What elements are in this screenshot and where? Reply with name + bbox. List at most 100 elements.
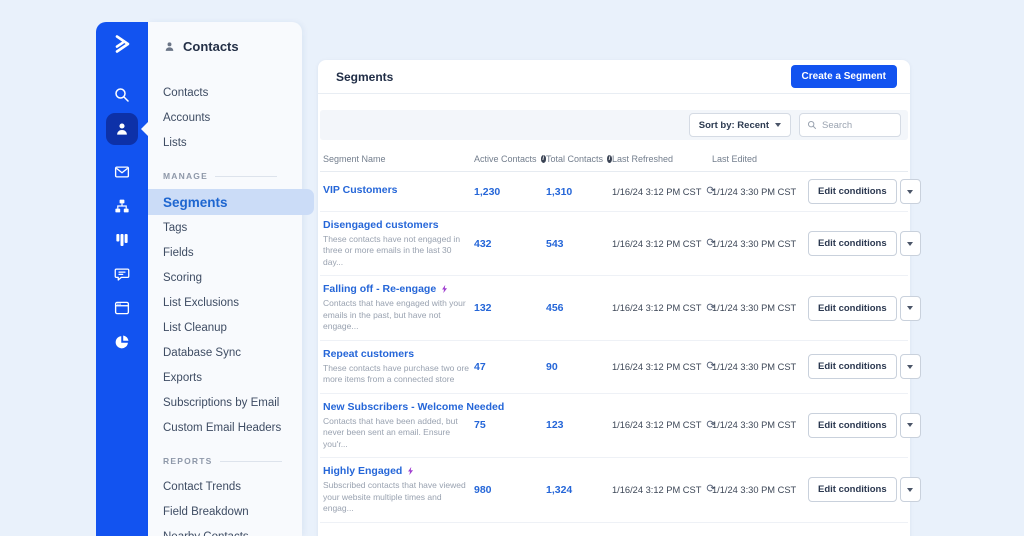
column-label: Segment Name <box>323 154 386 164</box>
row-actions: Edit conditions <box>808 413 922 438</box>
column-label: Last Edited <box>712 154 757 164</box>
menu-item-label: Segments <box>163 195 228 210</box>
sidebar-item-lists[interactable]: Lists <box>148 130 302 155</box>
sidebar-item-list-exclusions[interactable]: List Exclusions <box>148 290 302 315</box>
edit-conditions-button[interactable]: Edit conditions <box>808 477 897 502</box>
sidebar-item-list-cleanup[interactable]: List Cleanup <box>148 315 302 340</box>
segment-name-link[interactable]: Highly Engaged <box>323 465 402 477</box>
conversations-icon[interactable] <box>112 264 132 284</box>
active-contacts-value[interactable]: 980 <box>474 484 546 496</box>
last-refreshed-value: 1/16/24 3:12 PM CST <box>612 420 701 430</box>
total-contacts-value[interactable]: 1,324 <box>546 484 612 496</box>
create-segment-button[interactable]: Create a Segment <box>791 65 897 88</box>
edit-conditions-button[interactable]: Edit conditions <box>808 179 897 204</box>
segment-name-link[interactable]: VIP Customers <box>323 184 398 196</box>
sidebar-item-field-breakdown[interactable]: Field Breakdown <box>148 499 302 524</box>
sidebar-item-contacts[interactable]: Contacts <box>148 80 302 105</box>
sidebar-item-fields[interactable]: Fields <box>148 240 302 265</box>
automation-bolt-icon <box>406 466 415 476</box>
sidebar-item-tags[interactable]: Tags <box>148 215 302 240</box>
row-menu-button[interactable] <box>900 477 921 502</box>
last-edited-value: 1/1/24 3:30 PM CST <box>712 239 796 249</box>
row-actions: Edit conditions <box>808 477 922 502</box>
contacts-flyout-panel: Contacts Contacts Accounts Lists MANAGE … <box>148 22 302 536</box>
activecampaign-logo-icon[interactable] <box>109 31 135 57</box>
edit-conditions-button[interactable]: Edit conditions <box>808 231 897 256</box>
segment-description: These contacts have not engaged in three… <box>323 234 471 268</box>
column-label: Last Refreshed <box>612 154 673 164</box>
segment-description: These contacts have purchase two ore mor… <box>323 363 471 386</box>
row-menu-button[interactable] <box>900 231 921 256</box>
active-contacts-value[interactable]: 75 <box>474 419 546 431</box>
last-edited-cell: 1/1/24 3:30 PM CST <box>712 303 808 313</box>
last-refreshed-cell: 1/16/24 3:12 PM CST⟳ <box>612 420 712 431</box>
segment-name-link[interactable]: New Subscribers - Welcome Needed <box>323 401 504 413</box>
segment-description: Contacts that have engaged with your ema… <box>323 298 471 332</box>
active-contacts-value[interactable]: 1,230 <box>474 186 546 198</box>
column-last-refreshed[interactable]: Last Refreshed <box>612 154 712 164</box>
column-segment-name[interactable]: Segment Name <box>320 154 474 164</box>
segment-description: Subscribed contacts that have viewed you… <box>323 480 471 514</box>
reports-icon[interactable] <box>112 332 132 352</box>
deals-icon[interactable] <box>112 230 132 250</box>
last-edited-cell: 1/1/24 3:30 PM CST <box>712 485 808 495</box>
column-total-contacts[interactable]: Total Contactsi <box>546 154 612 164</box>
website-icon[interactable] <box>112 298 132 318</box>
total-contacts-value[interactable]: 456 <box>546 302 612 314</box>
edit-conditions-button[interactable]: Edit conditions <box>808 354 897 379</box>
edit-conditions-button[interactable]: Edit conditions <box>808 296 897 321</box>
last-edited-value: 1/1/24 3:30 PM CST <box>712 187 796 197</box>
sidebar-item-nearby-contacts[interactable]: Nearby Contacts <box>148 524 302 536</box>
table-row: Falling off - Re-engage Contacts that ha… <box>320 276 908 340</box>
flyout-menu: Contacts Accounts Lists MANAGE Segments … <box>148 80 302 536</box>
row-menu-button[interactable] <box>900 296 921 321</box>
sidebar-item-accounts[interactable]: Accounts <box>148 105 302 130</box>
menu-item-label: Fields <box>163 247 194 259</box>
column-last-edited[interactable]: Last Edited <box>712 154 808 164</box>
column-active-contacts[interactable]: Active Contactsi <box>474 154 546 164</box>
row-menu-button[interactable] <box>900 354 921 379</box>
table-row: Repeat customers These contacts have pur… <box>320 341 908 394</box>
search-icon[interactable] <box>112 85 132 105</box>
active-contacts-value[interactable]: 47 <box>474 361 546 373</box>
segment-name-cell: Disengaged customers These contacts have… <box>320 219 474 268</box>
active-contacts-value[interactable]: 132 <box>474 302 546 314</box>
campaigns-icon[interactable] <box>112 162 132 182</box>
total-contacts-value[interactable]: 543 <box>546 238 612 250</box>
sidebar-item-subscriptions-by-email[interactable]: Subscriptions by Email <box>148 390 302 415</box>
last-edited-value: 1/1/24 3:30 PM CST <box>712 420 796 430</box>
last-edited-cell: 1/1/24 3:30 PM CST <box>712 362 808 372</box>
active-contacts-value[interactable]: 432 <box>474 238 546 250</box>
flyout-header: Contacts <box>148 22 302 54</box>
sidebar-item-database-sync[interactable]: Database Sync <box>148 340 302 365</box>
segments-panel: Segments Create a Segment Sort by: Recen… <box>318 60 910 536</box>
menu-item-label: Nearby Contacts <box>163 531 249 536</box>
contacts-icon[interactable] <box>106 113 138 145</box>
sidebar-item-exports[interactable]: Exports <box>148 365 302 390</box>
sort-by-dropdown[interactable]: Sort by: Recent <box>689 113 791 137</box>
sidebar-item-segments-active[interactable]: Segments <box>148 189 314 215</box>
segment-name-link[interactable]: Disengaged customers <box>323 219 439 231</box>
search-field[interactable] <box>799 113 901 137</box>
sidebar-item-custom-email-headers[interactable]: Custom Email Headers <box>148 415 302 440</box>
last-edited-value: 1/1/24 3:30 PM CST <box>712 485 796 495</box>
segment-name-cell: Repeat customers These contacts have pur… <box>320 348 474 386</box>
table-row: Highly Engaged Subscribed contacts that … <box>320 458 908 522</box>
search-input[interactable] <box>822 120 892 131</box>
menu-item-label: Scoring <box>163 272 202 284</box>
row-menu-button[interactable] <box>900 179 921 204</box>
automations-icon[interactable] <box>112 196 132 216</box>
total-contacts-value[interactable]: 1,310 <box>546 186 612 198</box>
sidebar-section-reports: REPORTS <box>148 448 302 474</box>
row-menu-button[interactable] <box>900 413 921 438</box>
total-contacts-value[interactable]: 90 <box>546 361 612 373</box>
total-contacts-value[interactable]: 123 <box>546 419 612 431</box>
segment-name-link[interactable]: Repeat customers <box>323 348 414 360</box>
segment-description: Contacts that have been added, but never… <box>323 416 471 450</box>
sidebar-item-scoring[interactable]: Scoring <box>148 265 302 290</box>
segment-name-link[interactable]: Falling off - Re-engage <box>323 283 436 295</box>
edit-conditions-button[interactable]: Edit conditions <box>808 413 897 438</box>
segments-table: Segment Name Active Contactsi Total Cont… <box>320 146 908 523</box>
sidebar-item-contact-trends[interactable]: Contact Trends <box>148 474 302 499</box>
last-refreshed-cell: 1/16/24 3:12 PM CST⟳ <box>612 238 712 249</box>
